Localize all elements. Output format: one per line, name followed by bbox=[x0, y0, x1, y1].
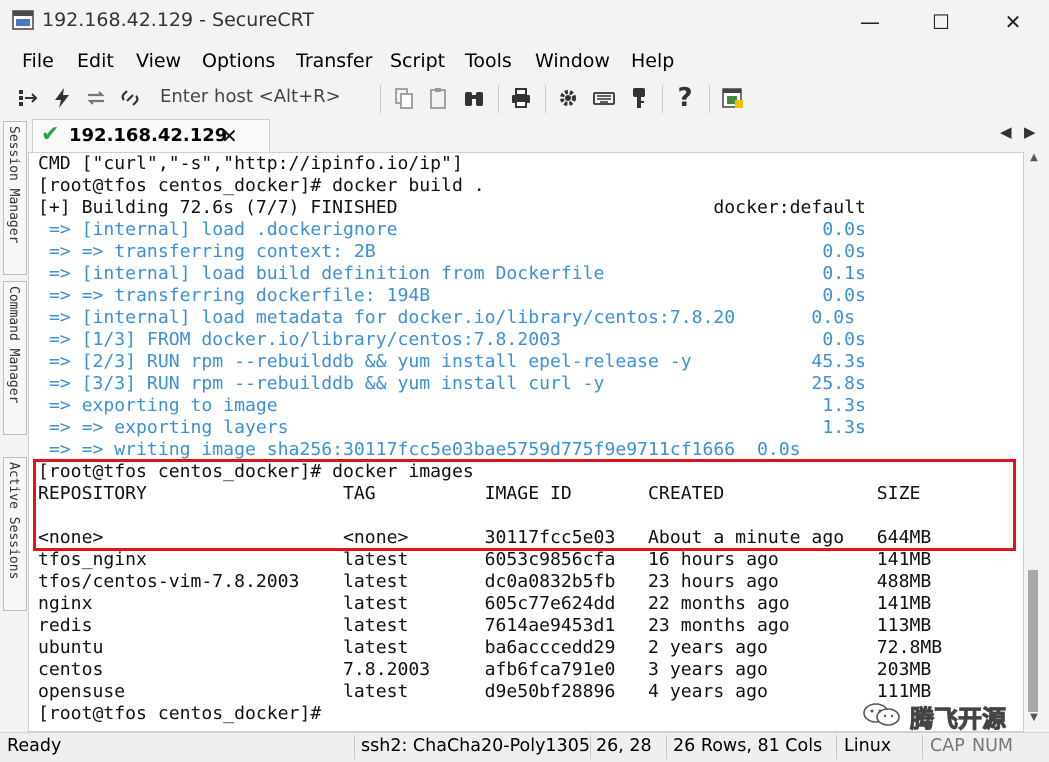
print-icon[interactable] bbox=[509, 86, 533, 110]
connect-icon[interactable] bbox=[16, 86, 40, 110]
quick-connect-input[interactable]: Enter host <Alt+R> bbox=[160, 86, 341, 107]
tab-scroll-left-icon[interactable]: ◀ bbox=[1000, 123, 1012, 141]
copy-icon[interactable] bbox=[392, 86, 416, 110]
status-divider bbox=[666, 735, 667, 759]
terminal-line: => => transferring dockerfile: 194B 0.0s bbox=[38, 285, 866, 306]
toolbar-separator bbox=[709, 85, 710, 113]
maximize-button[interactable]: ☐ bbox=[918, 6, 964, 38]
quick-connect-lightning-icon[interactable] bbox=[50, 86, 74, 110]
terminal-line: => [2/3] RUN rpm --rebuilddb && yum inst… bbox=[38, 351, 866, 372]
status-divider bbox=[836, 735, 837, 759]
status-caps-lock: CAP bbox=[930, 736, 965, 756]
active-sessions-tab[interactable]: Active Sessions bbox=[3, 457, 27, 611]
menu-window[interactable]: Window bbox=[535, 50, 610, 72]
terminal-view[interactable]: CMD ["curl","-s","http://ipinfo.io/ip"][… bbox=[28, 152, 1024, 732]
close-tab-icon[interactable]: ✕ bbox=[221, 124, 238, 148]
status-divider bbox=[922, 735, 923, 759]
terminal-line: => [internal] load .dockerignore 0.0s bbox=[38, 219, 866, 240]
terminal-line: => [3/3] RUN rpm --rebuilddb && yum inst… bbox=[38, 373, 866, 394]
scroll-thumb[interactable] bbox=[1028, 570, 1038, 712]
menu-view[interactable]: View bbox=[136, 50, 181, 72]
terminal-line: => => writing image sha256:30117fcc5e03b… bbox=[38, 439, 801, 460]
status-ready: Ready bbox=[7, 736, 62, 756]
terminal-line: centos 7.8.2003 afb6fca791e0 3 years ago… bbox=[38, 659, 932, 680]
tab-scroll-right-icon[interactable]: ▶ bbox=[1024, 123, 1036, 141]
terminal-line: [root@tfos centos_docker]# bbox=[38, 703, 322, 724]
find-binoculars-icon[interactable] bbox=[462, 86, 486, 110]
terminal-line: => [internal] load build definition from… bbox=[38, 263, 866, 284]
settings-gear-icon[interactable] bbox=[556, 86, 580, 110]
session-manager-label: Session Manager bbox=[6, 126, 21, 244]
side-panel: Session Manager Command Manager Active S… bbox=[0, 119, 27, 731]
disconnect-icon[interactable] bbox=[118, 86, 142, 110]
keymap-keyboard-icon[interactable] bbox=[592, 86, 616, 110]
terminal-line: redis latest 7614ae9453d1 23 months ago … bbox=[38, 615, 932, 636]
reconnect-icon[interactable] bbox=[84, 86, 108, 110]
terminal-scrollbar[interactable]: ▲ ▼ bbox=[1024, 152, 1044, 730]
status-num-lock: NUM bbox=[972, 736, 1013, 756]
menu-edit[interactable]: Edit bbox=[77, 50, 114, 72]
session-tab-strip: ✔ 192.168.42.129 ✕ ◀ ▶ ✕ bbox=[28, 119, 1049, 152]
menu-transfer[interactable]: Transfer bbox=[296, 50, 372, 72]
terminal-line: nginx latest 605c77e624dd 22 months ago … bbox=[38, 593, 932, 614]
status-divider bbox=[590, 735, 591, 759]
toolbar: ? bbox=[0, 79, 1049, 117]
scroll-down-icon[interactable]: ▼ bbox=[1024, 712, 1044, 730]
toolbar-separator bbox=[662, 85, 663, 113]
wechat-logo-icon bbox=[863, 703, 900, 726]
session-tab[interactable]: ✔ 192.168.42.129 ✕ bbox=[32, 119, 270, 152]
minimize-button[interactable]: — bbox=[847, 6, 893, 38]
window-title: 192.168.42.129 - SecureCRT bbox=[42, 9, 315, 31]
connected-check-icon: ✔ bbox=[41, 122, 60, 147]
key-agent-icon[interactable] bbox=[627, 86, 651, 110]
status-os: Linux bbox=[844, 736, 892, 756]
scroll-up-icon[interactable]: ▲ bbox=[1024, 152, 1044, 170]
terminal-line: => => transferring context: 2B 0.0s bbox=[38, 241, 866, 262]
terminal-line: tfos_nginx latest 6053c9856cfa 16 hours … bbox=[38, 549, 932, 570]
close-window-button[interactable]: ✕ bbox=[990, 6, 1036, 38]
session-manager-tab[interactable]: Session Manager bbox=[3, 121, 27, 275]
status-cursor-position: 26, 28 bbox=[596, 736, 652, 756]
watermark-text: 腾飞开源 bbox=[910, 705, 1007, 734]
toolbar-separator bbox=[380, 85, 381, 113]
menu-bar: File Edit View Options Transfer Script T… bbox=[0, 44, 1049, 78]
command-manager-label: Command Manager bbox=[6, 286, 21, 404]
status-bar: Ready ssh2: ChaCha20-Poly1305 26, 28 26 … bbox=[0, 732, 1049, 762]
terminal-line: [+] Building 72.6s (7/7) FINISHED docker… bbox=[38, 197, 866, 218]
terminal-line: => [1/3] FROM docker.io/library/centos:7… bbox=[38, 329, 866, 350]
terminal-line: ubuntu latest ba6acccedd29 2 years ago 7… bbox=[38, 637, 943, 658]
help-question-icon[interactable]: ? bbox=[673, 85, 697, 111]
status-cipher: ssh2: ChaCha20-Poly1305 bbox=[361, 736, 590, 756]
terminal-line: => => exporting layers 1.3s bbox=[38, 417, 866, 438]
terminal-line: tfos/centos-vim-7.8.2003 latest dc0a0832… bbox=[38, 571, 932, 592]
terminal-line: opensuse latest d9e50bf28896 4 years ago… bbox=[38, 681, 932, 702]
terminal-line: [root@tfos centos_docker]# docker build … bbox=[38, 175, 485, 196]
menu-script[interactable]: Script bbox=[390, 50, 445, 72]
status-dimensions: 26 Rows, 81 Cols bbox=[673, 736, 823, 756]
title-bar: 192.168.42.129 - SecureCRT — ☐ ✕ bbox=[0, 0, 1049, 44]
terminal-line: CMD ["curl","-s","http://ipinfo.io/ip"] bbox=[38, 153, 463, 174]
active-sessions-label: Active Sessions bbox=[6, 462, 21, 580]
menu-help[interactable]: Help bbox=[631, 50, 674, 72]
menu-options[interactable]: Options bbox=[202, 50, 275, 72]
menu-tools[interactable]: Tools bbox=[465, 50, 512, 72]
command-manager-tab[interactable]: Command Manager bbox=[3, 281, 27, 435]
securecrt-app-icon bbox=[12, 10, 34, 30]
paste-icon[interactable] bbox=[426, 86, 450, 110]
toolbar-separator bbox=[498, 85, 499, 113]
status-divider bbox=[354, 735, 355, 759]
session-tab-label: 192.168.42.129 bbox=[69, 125, 228, 146]
docker-images-highlight bbox=[33, 459, 1016, 551]
terminal-line: => [internal] load metadata for docker.i… bbox=[38, 307, 856, 328]
terminal-line: => exporting to image 1.3s bbox=[38, 395, 866, 416]
toolbar-separator bbox=[545, 85, 546, 113]
sftp-tab-icon[interactable] bbox=[721, 86, 745, 110]
menu-file[interactable]: File bbox=[22, 50, 54, 72]
